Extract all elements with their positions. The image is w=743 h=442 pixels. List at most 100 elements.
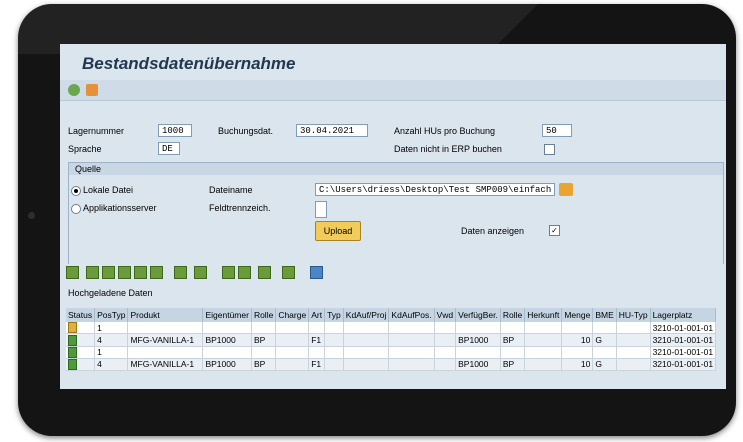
- verfueg-cell: BP1000: [455, 333, 501, 347]
- rolle-cell: [251, 322, 277, 335]
- charge-cell: [275, 322, 310, 335]
- typ-cell: [324, 322, 344, 335]
- layout-icon[interactable]: [282, 266, 295, 279]
- anzeigen-checkbox[interactable]: ✓: [549, 225, 560, 236]
- sum-icon[interactable]: [174, 266, 187, 279]
- hutyp-cell: [616, 333, 651, 347]
- lagerplatz-cell: 3210-01-001-01: [650, 346, 717, 359]
- sort-ascending-icon[interactable]: [86, 266, 99, 279]
- bme-cell: G: [592, 358, 617, 372]
- col-menge[interactable]: Menge: [561, 308, 594, 322]
- status-cell: [66, 333, 96, 347]
- buchungsdat-field[interactable]: 30.04.2021: [296, 124, 368, 137]
- col-postyp[interactable]: PosTyp: [94, 308, 129, 322]
- status-cell: [66, 322, 96, 335]
- col-eigentuemer[interactable]: Eigentümer: [202, 308, 252, 322]
- dateiname-field[interactable]: C:\Users\driess\Desktop\Test SMP009\einf…: [315, 183, 555, 196]
- kdauf-cell: [343, 322, 390, 335]
- charge-cell: [275, 333, 310, 347]
- col-status[interactable]: Status: [66, 308, 96, 322]
- col-hu-typ[interactable]: HU-Typ: [616, 308, 651, 322]
- produkt-cell: [127, 322, 204, 335]
- bme-cell: [592, 322, 617, 335]
- vwd-cell: [434, 333, 457, 347]
- lokale-datei-radio[interactable]: [71, 186, 81, 196]
- feldtrenn-label: Feldtrennzeich.: [209, 203, 271, 213]
- nicht-buchen-checkbox[interactable]: [544, 144, 555, 155]
- rolle2-cell: [500, 346, 526, 359]
- details-icon[interactable]: [66, 266, 79, 279]
- produkt-cell: MFG-VANILLA-1: [127, 333, 204, 347]
- status-cell: [66, 358, 96, 372]
- anzahl-field[interactable]: 50: [542, 124, 572, 137]
- verfueg-cell: [455, 322, 501, 335]
- charge-cell: [275, 358, 310, 372]
- find-icon[interactable]: [118, 266, 131, 279]
- execute-icon[interactable]: [68, 84, 80, 96]
- bme-cell: [592, 346, 617, 359]
- col-verfuegber[interactable]: VerfügBer.: [455, 308, 501, 322]
- eigentuemer-cell: BP1000: [202, 333, 252, 347]
- rolle2-cell: BP: [500, 333, 526, 347]
- print-icon[interactable]: [222, 266, 235, 279]
- quelle-header: Quelle: [69, 163, 723, 175]
- verfueg-cell: BP1000: [455, 358, 501, 372]
- lagernummer-label: Lagernummer: [68, 126, 125, 136]
- postyp-cell: 1: [94, 322, 129, 335]
- subtotal-icon[interactable]: [194, 266, 207, 279]
- tablet-frame: Bestandsdatenübernahme Lagernummer 1000 …: [18, 4, 736, 436]
- typ-cell: [324, 346, 344, 359]
- camera: [28, 212, 35, 219]
- art-cell: [308, 322, 326, 335]
- sprache-field[interactable]: DE: [158, 142, 180, 155]
- table-row[interactable]: 4 MFG-VANILLA-1 BP1000 BP F1 BP1000 BP 1…: [66, 358, 717, 372]
- lagerplatz-cell: 3210-01-001-01: [650, 333, 717, 347]
- status-icon: [68, 346, 77, 358]
- hutyp-cell: [616, 346, 651, 359]
- lagerplatz-cell: 3210-01-001-01: [650, 322, 717, 335]
- info-icon[interactable]: [310, 266, 323, 279]
- folder-icon[interactable]: [559, 183, 573, 196]
- typ-cell: [324, 333, 344, 347]
- filter-icon[interactable]: [150, 266, 163, 279]
- col-produkt[interactable]: Produkt: [127, 308, 204, 322]
- status-icon: [68, 359, 77, 370]
- kdauf-cell: [343, 358, 390, 372]
- typ-cell: [324, 358, 344, 372]
- col-herkunft[interactable]: Herkunft: [524, 308, 563, 322]
- lagernummer-field[interactable]: 1000: [158, 124, 192, 137]
- col-bme[interactable]: BME: [592, 308, 617, 322]
- table-row[interactable]: 4 MFG-VANILLA-1 BP1000 BP F1 BP1000 BP 1…: [66, 333, 717, 347]
- herkunft-cell: [524, 333, 563, 347]
- col-lagerplatz[interactable]: Lagerplatz: [650, 308, 717, 322]
- col-typ[interactable]: Typ: [324, 308, 344, 322]
- kdaufpos-cell: [388, 346, 435, 359]
- col-rolle-2[interactable]: Rolle: [500, 308, 526, 322]
- col-charge[interactable]: Charge: [275, 308, 310, 322]
- postyp-cell: 1: [94, 346, 129, 359]
- application-toolbar: [60, 80, 726, 101]
- postyp-cell: 4: [94, 358, 129, 372]
- view-icon[interactable]: [238, 266, 251, 279]
- find-next-icon[interactable]: [134, 266, 147, 279]
- anzeigen-label: Daten anzeigen: [461, 226, 525, 236]
- export-icon[interactable]: [258, 266, 271, 279]
- anzahl-label: Anzahl HUs pro Buchung: [394, 126, 496, 136]
- upload-button[interactable]: Upload: [315, 221, 361, 241]
- col-kdauf-proj[interactable]: KdAuf/Proj: [343, 308, 390, 322]
- table-row[interactable]: 1 3210-01-001-01: [66, 322, 717, 335]
- rolle-cell: [251, 346, 277, 359]
- col-vwd[interactable]: Vwd: [434, 308, 457, 322]
- charge-cell: [275, 346, 310, 359]
- menge-cell: 10: [561, 358, 594, 372]
- sort-descending-icon[interactable]: [102, 266, 115, 279]
- col-kdaufpos[interactable]: KdAufPos.: [388, 308, 435, 322]
- col-art[interactable]: Art: [308, 308, 326, 322]
- rolle-cell: BP: [251, 333, 277, 347]
- applikationsserver-radio[interactable]: [71, 204, 81, 214]
- col-rolle[interactable]: Rolle: [251, 308, 277, 322]
- table-row[interactable]: 1 3210-01-001-01: [66, 346, 717, 359]
- variant-icon[interactable]: [86, 84, 98, 96]
- feldtrenn-field[interactable]: [315, 201, 327, 218]
- eigentuemer-cell: [202, 322, 252, 335]
